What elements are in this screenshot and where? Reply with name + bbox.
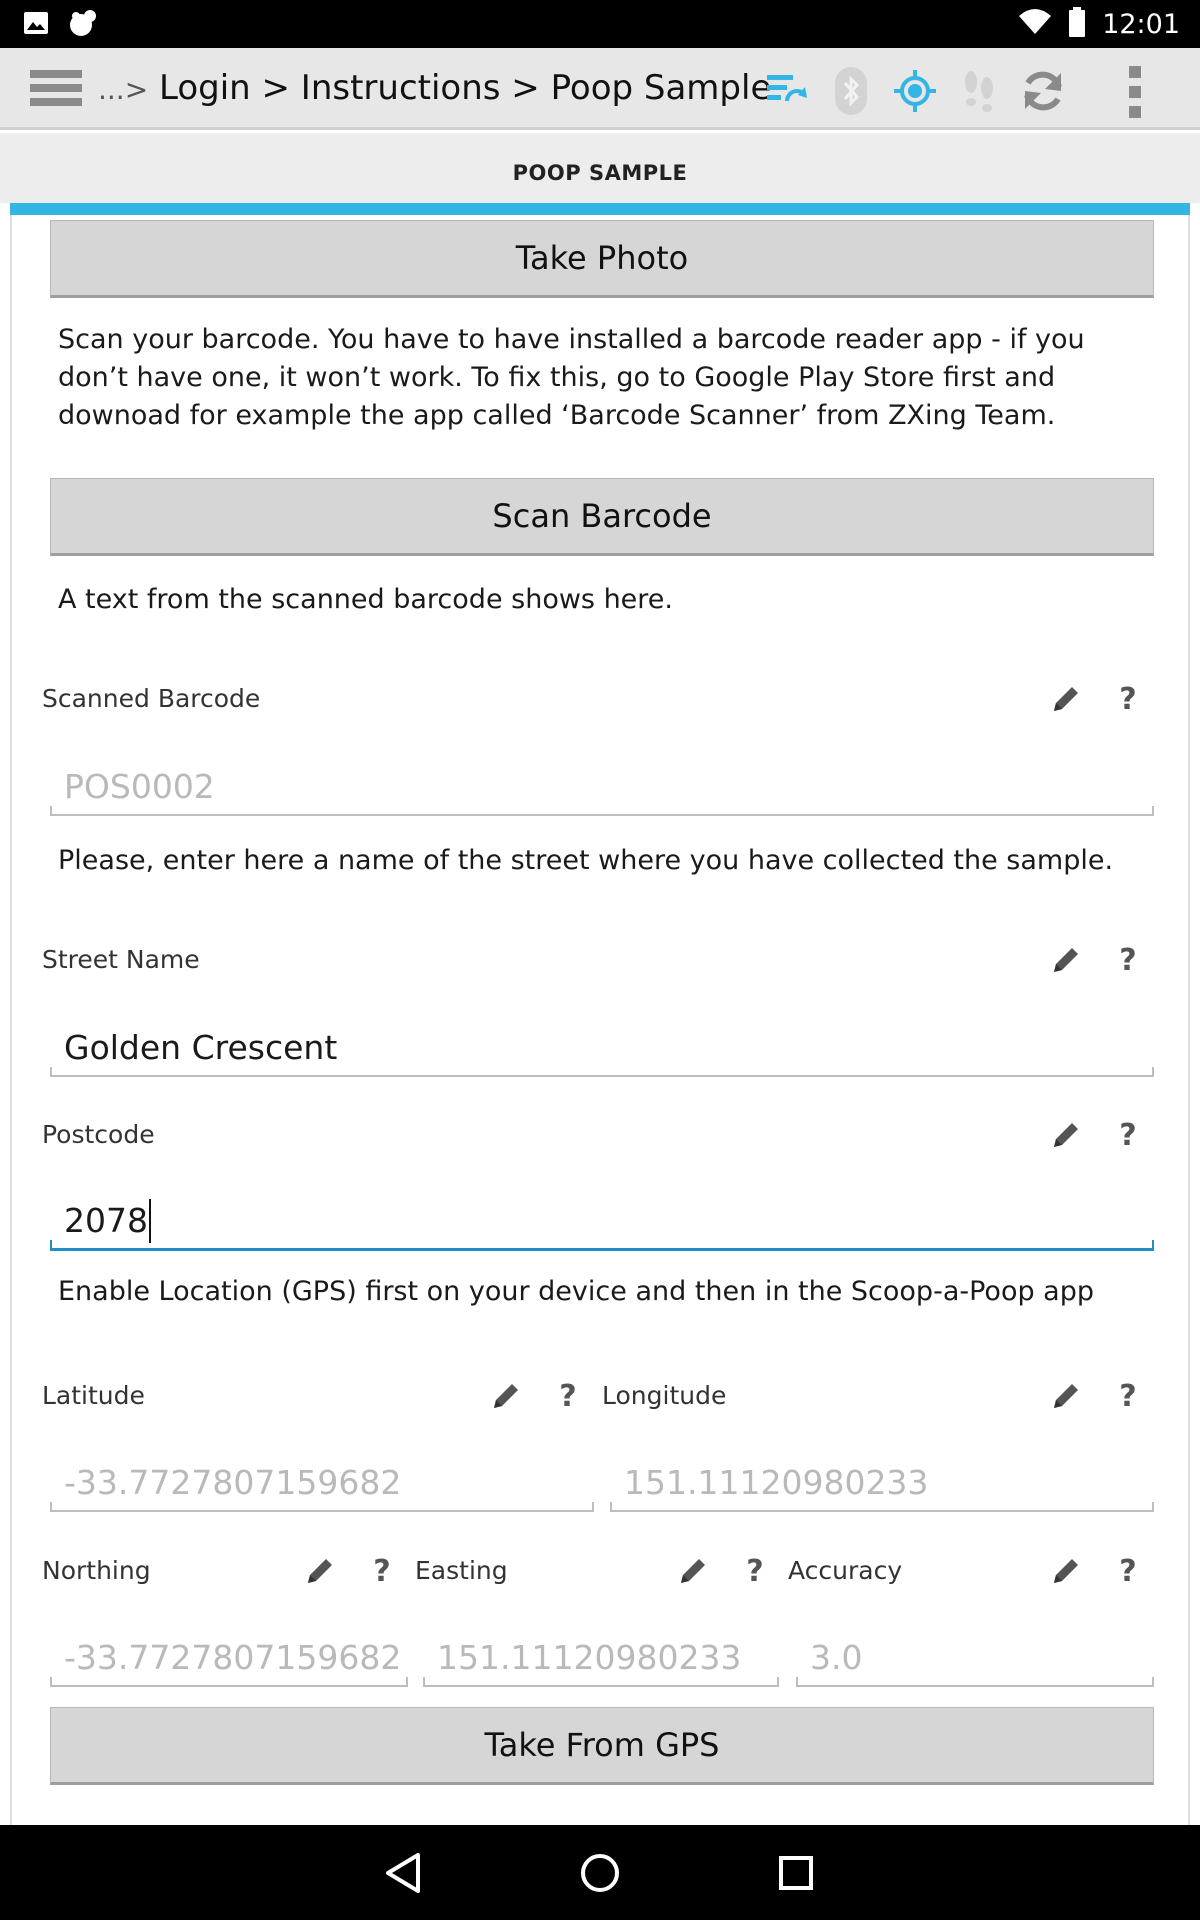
form-content[interactable]: Take Photo Scan your barcode. You have t… [10,215,1190,1825]
text-cursor [148,1198,151,1243]
tab-indicator [10,203,1190,215]
street-hint: Please, enter here a name of the street … [58,845,1114,876]
scan-barcode-button[interactable]: Scan Barcode [50,478,1154,556]
pencil-icon[interactable] [1046,1115,1086,1155]
help-icon[interactable]: ? [735,1551,775,1591]
longitude-label: Longitude [602,1381,727,1410]
street-name-label: Street Name [42,945,200,974]
latitude-label: Latitude [42,1381,145,1410]
home-icon[interactable] [574,1847,626,1899]
tab-bar: POOP SAMPLE [0,133,1200,203]
pencil-icon[interactable] [1046,679,1086,719]
refresh-icon[interactable] [1011,66,1075,116]
help-icon[interactable]: ? [362,1551,402,1591]
sync-list-icon[interactable] [755,66,819,116]
app-notification-icon [66,8,98,42]
tab-poop-sample[interactable]: POOP SAMPLE [0,161,1200,185]
easting-field[interactable]: 151.11120980233 [423,1629,779,1687]
wifi-icon [1018,8,1052,40]
gps-location-icon[interactable] [883,66,947,116]
accuracy-field[interactable]: 3.0 [796,1629,1154,1687]
latitude-field[interactable]: -33.7727807159682 [50,1454,594,1512]
bluetooth-icon[interactable] [819,66,883,116]
breadcrumb-path[interactable]: Login > Instructions > Poop Sample [159,68,771,108]
breadcrumb-prefix[interactable]: ...> [98,73,148,106]
action-bar: ...> Login > Instructions > Poop Sample [0,48,1200,130]
drawer-menu-button[interactable] [30,70,82,110]
scanned-barcode-hint: A text from the scanned barcode shows he… [58,584,673,615]
help-icon[interactable]: ? [1108,679,1148,719]
pencil-icon[interactable] [673,1551,713,1591]
accuracy-label: Accuracy [788,1556,903,1585]
clock: 12:01 [1102,8,1180,40]
help-icon[interactable]: ? [1108,1551,1148,1591]
take-from-gps-button[interactable]: Take From GPS [50,1707,1154,1785]
scanned-barcode-label: Scanned Barcode [42,684,261,713]
breadcrumb: ...> Login > Instructions > Poop Sample [98,68,771,108]
scanned-barcode-field[interactable]: POS0002 [50,758,1154,816]
footsteps-icon[interactable] [947,66,1011,116]
pencil-icon[interactable] [1046,1551,1086,1591]
toolbar-icons [755,66,1075,116]
longitude-field[interactable]: 151.11120980233 [610,1454,1154,1512]
pencil-icon[interactable] [1046,940,1086,980]
overflow-menu-icon[interactable] [1120,66,1150,118]
postcode-label: Postcode [42,1120,155,1149]
gps-hint: Enable Location (GPS) first on your devi… [58,1276,1095,1307]
gallery-notification-icon [22,9,50,41]
battery-icon [1068,7,1086,41]
help-icon[interactable]: ? [1108,1115,1148,1155]
menu-icon [30,70,82,78]
status-bar: 12:01 [0,0,1200,48]
easting-label: Easting [415,1556,508,1585]
northing-field[interactable]: -33.7727807159682 [50,1629,408,1687]
postcode-value: 2078 [64,1201,148,1240]
recents-icon[interactable] [770,1847,822,1899]
help-icon[interactable]: ? [548,1376,588,1416]
back-icon[interactable] [378,1847,430,1899]
pencil-icon[interactable] [1046,1376,1086,1416]
northing-label: Northing [42,1556,151,1585]
take-photo-button[interactable]: Take Photo [50,220,1154,298]
help-icon[interactable]: ? [1108,940,1148,980]
pencil-icon[interactable] [300,1551,340,1591]
help-icon[interactable]: ? [1108,1376,1148,1416]
barcode-instructions: Scan your barcode. You have to have inst… [58,324,1085,431]
pencil-icon[interactable] [486,1376,526,1416]
street-name-input[interactable]: Golden Crescent [50,1019,1154,1077]
postcode-input[interactable]: 2078 [50,1193,1154,1251]
navigation-bar [0,1825,1200,1920]
